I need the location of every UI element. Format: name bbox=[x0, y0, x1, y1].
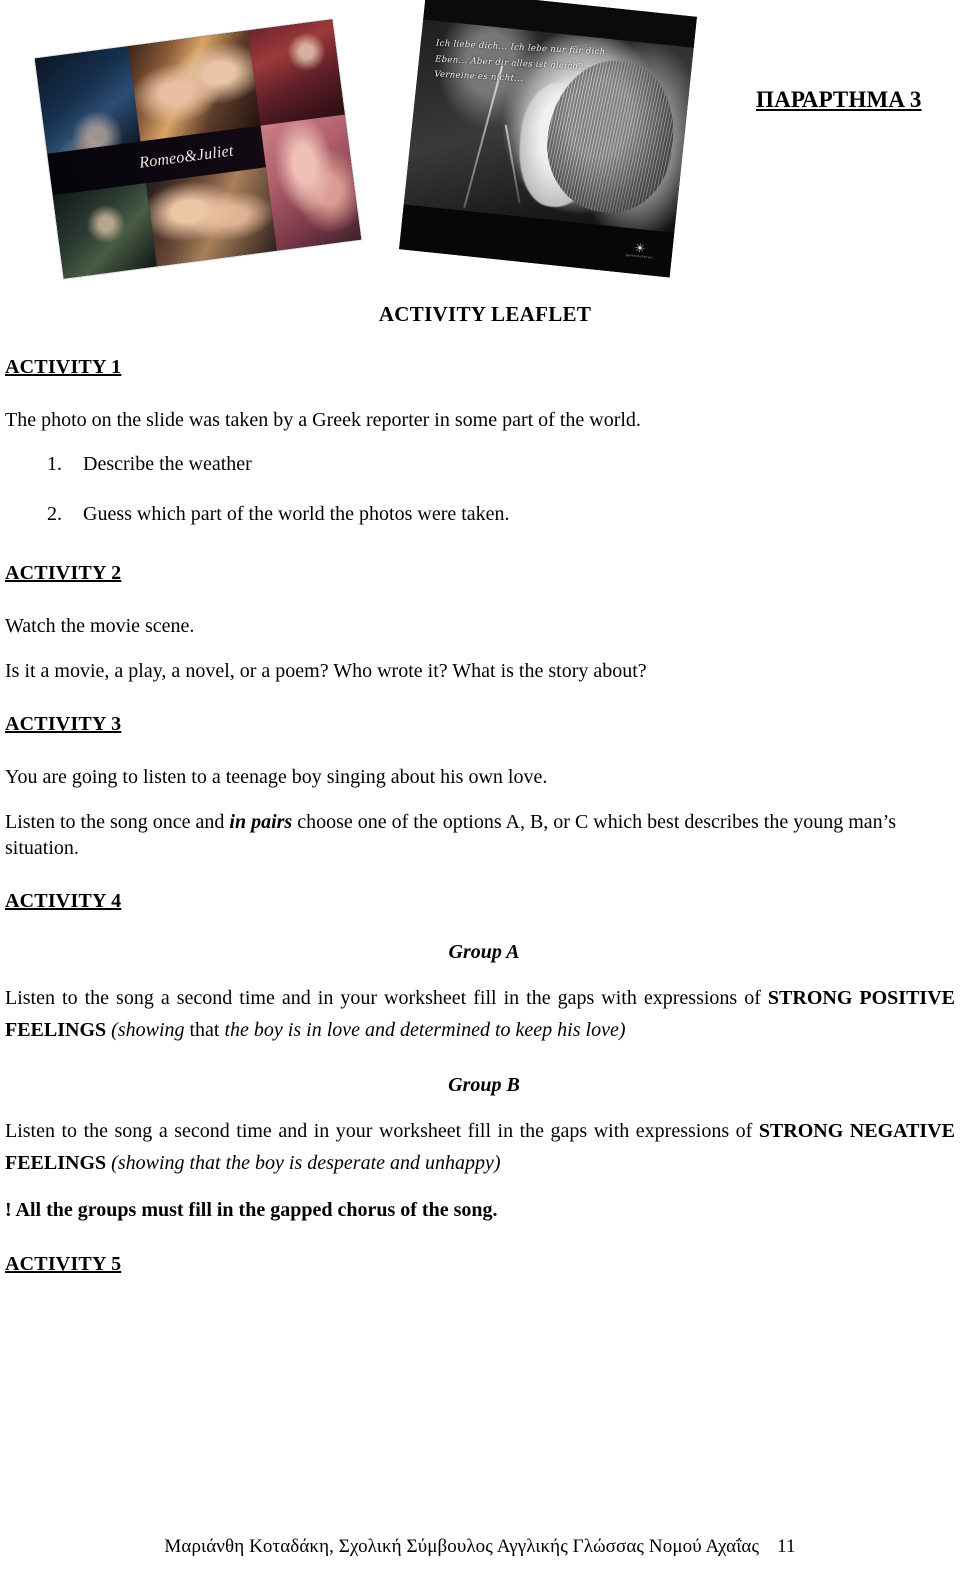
group-a-paren-mid: that bbox=[184, 1019, 225, 1042]
collage-cell bbox=[260, 114, 362, 251]
header-image-area: Romeo&Juliet Ich liebe dich... Ich lebe … bbox=[0, 0, 960, 292]
activity-4-note: ! All the groups must fill in the gapped… bbox=[5, 1199, 498, 1222]
activity-1-intro: The photo on the slide was taken by a Gr… bbox=[5, 409, 641, 431]
heading-activity-2: ACTIVITY 2 bbox=[5, 562, 122, 585]
group-a-lead: Listen to the song a second time and in … bbox=[5, 987, 768, 1010]
page-footer: Μαριάνθη Κοταδάκη, Σχολική Σύμβουλος Αγγ… bbox=[0, 1536, 960, 1558]
page-number: 11 bbox=[777, 1536, 796, 1557]
activity-3-line-2: Listen to the song once and in pairs cho… bbox=[5, 809, 955, 862]
list-item: Describe the weather bbox=[67, 451, 955, 477]
activity-3-line-1: You are going to listen to a teenage boy… bbox=[5, 766, 548, 789]
collage-cell bbox=[247, 19, 345, 126]
heading-activity-3: ACTIVITY 3 bbox=[5, 713, 122, 736]
romeo-and-juliet-collage-image: Romeo&Juliet bbox=[34, 19, 362, 279]
activity-2-line-2: Is it a movie, a play, a novel, or a poe… bbox=[5, 659, 647, 682]
heading-activity-4: ACTIVITY 4 bbox=[5, 890, 122, 913]
activity-1-question-list: Describe the weather Guess which part of… bbox=[5, 451, 955, 527]
collage-cell bbox=[128, 30, 261, 142]
collage-grid bbox=[34, 19, 362, 279]
boy-in-beanie-image: Ich liebe dich... Ich lebe nur für dich … bbox=[399, 0, 697, 278]
collage-cell bbox=[145, 167, 277, 267]
footer-author-line: Μαριάνθη Κοταδάκη, Σχολική Σύμβουλος Αγγ… bbox=[164, 1536, 760, 1557]
annex-title: ΠΑΡΑΡΤΗΜΑ 3 bbox=[756, 87, 922, 112]
group-a-paren-open: (showing bbox=[106, 1019, 185, 1042]
group-b-lead: Listen to the song a second time and in … bbox=[5, 1120, 759, 1143]
page-title: ACTIVITY LEAFLET bbox=[378, 302, 592, 326]
activity-3-text-part-1: Listen to the song once and bbox=[5, 810, 230, 833]
group-b-instructions: Listen to the song a second time and in … bbox=[5, 1115, 955, 1179]
document-body: ACTIVITY LEAFLET ACTIVITY 1 The photo on… bbox=[0, 292, 960, 1276]
group-a-instructions: Listen to the song a second time and in … bbox=[5, 982, 955, 1046]
heading-activity-1: ACTIVITY 1 bbox=[5, 356, 122, 378]
group-a-paren-rest: the boy is in love and determined to kee… bbox=[224, 1019, 626, 1042]
group-b-label: Group B bbox=[448, 1074, 520, 1097]
collage-cell bbox=[52, 182, 157, 279]
group-a-label: Group A bbox=[448, 941, 520, 964]
heading-activity-5: ACTIVITY 5 bbox=[5, 1252, 122, 1275]
activity-2-line-1: Watch the movie scene. bbox=[5, 615, 195, 638]
activity-3-emphasis: in pairs bbox=[229, 810, 293, 833]
group-b-paren: (showing that the boy is desperate and u… bbox=[106, 1152, 501, 1175]
list-item: Guess which part of the world the photos… bbox=[67, 501, 955, 527]
